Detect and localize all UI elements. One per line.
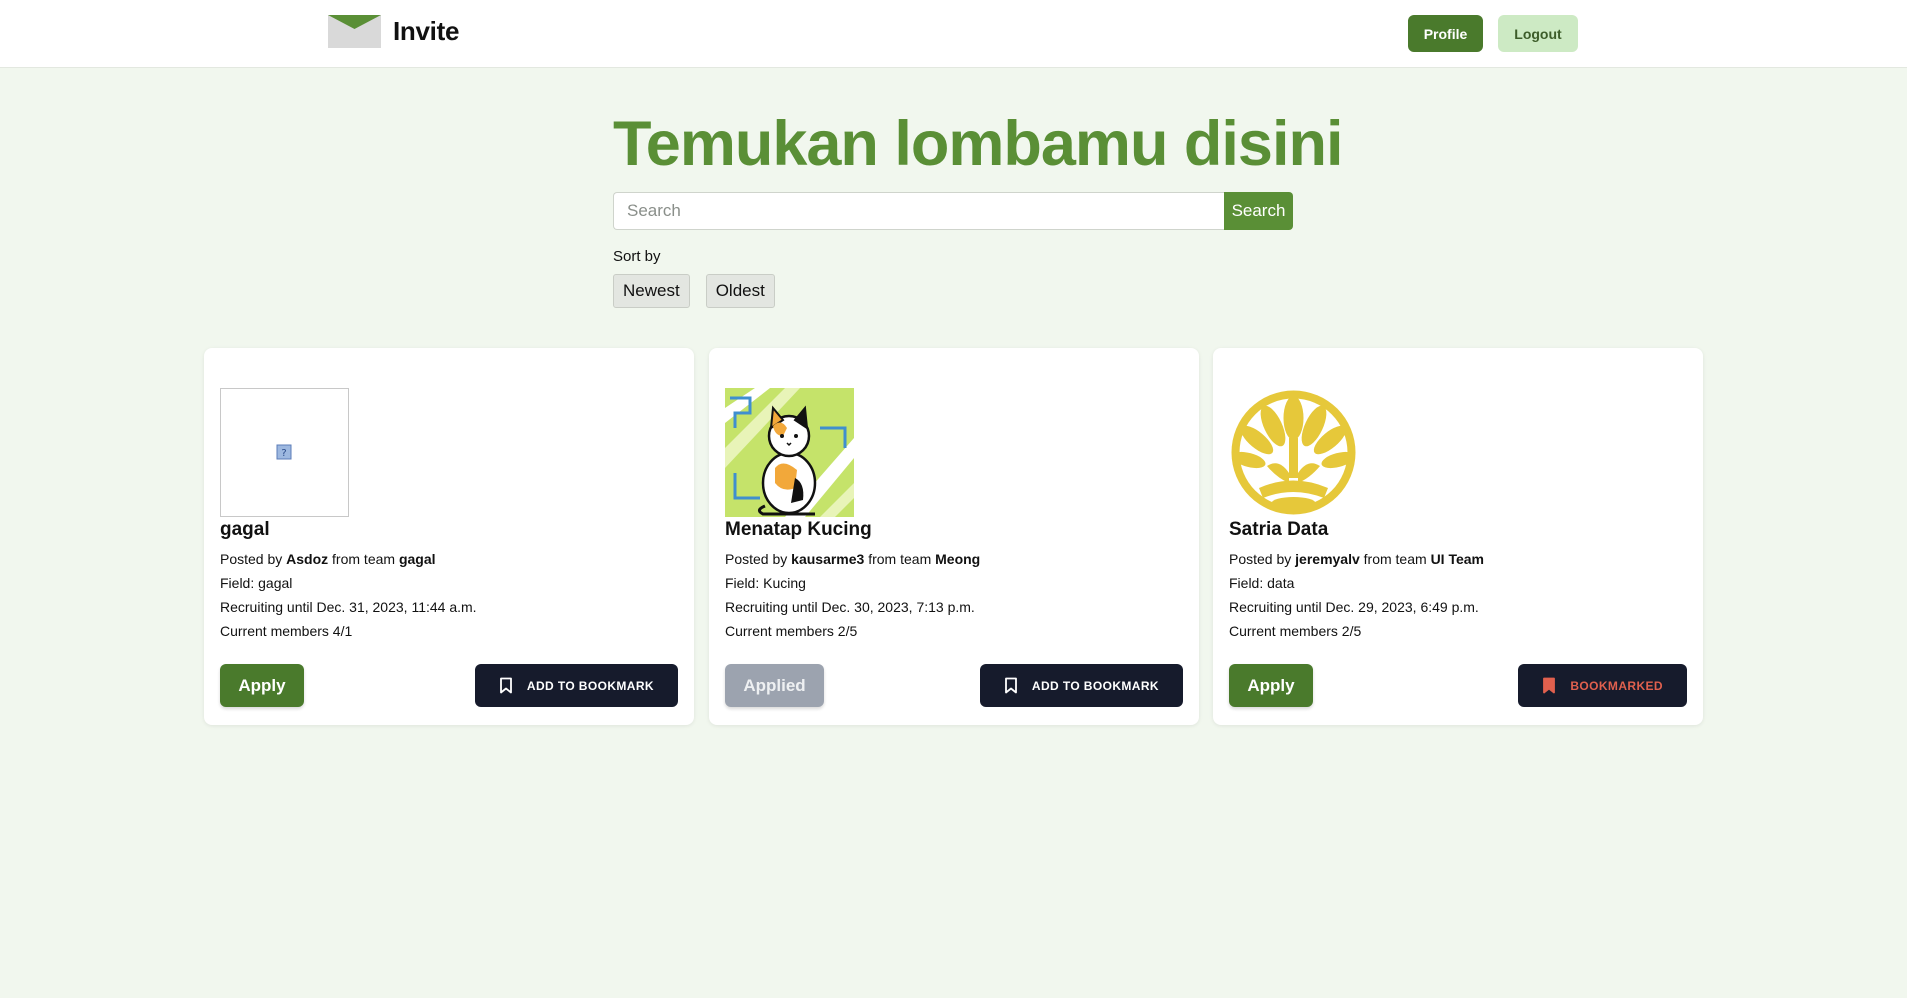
card-field: Field: data <box>1229 575 1295 591</box>
brand[interactable]: Invite <box>328 15 459 48</box>
add-bookmark-button[interactable]: ADD TO BOOKMARK <box>474 664 678 707</box>
card-recruiting: Recruiting until Dec. 30, 2023, 7:13 p.m… <box>725 599 975 615</box>
bookmark-outline-icon <box>1004 677 1018 694</box>
bookmark-label: BOOKMARKED <box>1570 678 1663 693</box>
broken-image-icon: ? <box>220 388 349 517</box>
bookmark-filled-icon <box>1542 677 1556 694</box>
bookmark-label: ADD TO BOOKMARK <box>1031 678 1159 693</box>
search-bar: Search <box>613 192 1293 230</box>
brand-title: Invite <box>393 16 460 46</box>
search-button[interactable]: Search <box>1224 192 1293 230</box>
card-title: Menatap Kucing <box>725 519 872 540</box>
apply-button[interactable]: Apply <box>220 664 304 707</box>
apply-button[interactable]: Apply <box>1229 664 1313 707</box>
card-members: Current members 4/1 <box>220 623 353 639</box>
envelope-icon <box>328 15 381 48</box>
card-author: Asdoz <box>286 551 329 567</box>
profile-button[interactable]: Profile <box>1408 15 1483 52</box>
bookmark-label: ADD TO BOOKMARK <box>526 678 654 693</box>
sort-newest-button[interactable]: Newest <box>613 274 690 308</box>
page-title: Temukan lombamu disini <box>613 109 1343 179</box>
card-field: Field: Kucing <box>725 575 806 591</box>
sort-label: Sort by <box>613 248 661 265</box>
card-members: Current members 2/5 <box>725 623 858 639</box>
card-recruiting: Recruiting until Dec. 31, 2023, 11:44 a.… <box>220 599 477 615</box>
university-emblem <box>1229 388 1358 517</box>
bookmark-outline-icon <box>499 677 513 694</box>
logout-button[interactable]: Logout <box>1498 15 1578 52</box>
card-title: gagal <box>220 519 270 540</box>
sort-options: Newest Oldest <box>613 274 775 308</box>
competition-card: ? gagal Posted by Asdoz from team gagal … <box>204 348 694 725</box>
card-members: Current members 2/5 <box>1229 623 1362 639</box>
card-posted-by: Posted by jeremyalv from team UI Team <box>1229 551 1484 567</box>
competition-card: Menatap Kucing Posted by kausarme3 from … <box>709 348 1199 725</box>
card-author: jeremyalv <box>1295 551 1360 567</box>
search-input[interactable] <box>613 192 1224 230</box>
add-bookmark-button[interactable]: ADD TO BOOKMARK <box>979 664 1183 707</box>
card-team: UI Team <box>1430 551 1484 567</box>
cat-illustration <box>725 388 854 517</box>
card-recruiting: Recruiting until Dec. 29, 2023, 6:49 p.m… <box>1229 599 1479 615</box>
svg-text:?: ? <box>281 448 286 459</box>
card-author: kausarme3 <box>791 551 865 567</box>
sort-oldest-button[interactable]: Oldest <box>705 274 775 308</box>
card-team: gagal <box>398 551 436 567</box>
card-field: Field: gagal <box>220 575 293 591</box>
navbar: Invite Profile Logout <box>0 0 1907 68</box>
bookmarked-button[interactable]: BOOKMARKED <box>1518 664 1687 707</box>
card-title: Satria Data <box>1229 519 1329 540</box>
applied-button[interactable]: Applied <box>725 664 824 707</box>
card-posted-by: Posted by kausarme3 from team Meong <box>725 551 981 567</box>
competition-card: Satria Data Posted by jeremyalv from tea… <box>1213 348 1703 725</box>
card-team: Meong <box>935 551 981 567</box>
card-posted-by: Posted by Asdoz from team gagal <box>220 551 436 567</box>
